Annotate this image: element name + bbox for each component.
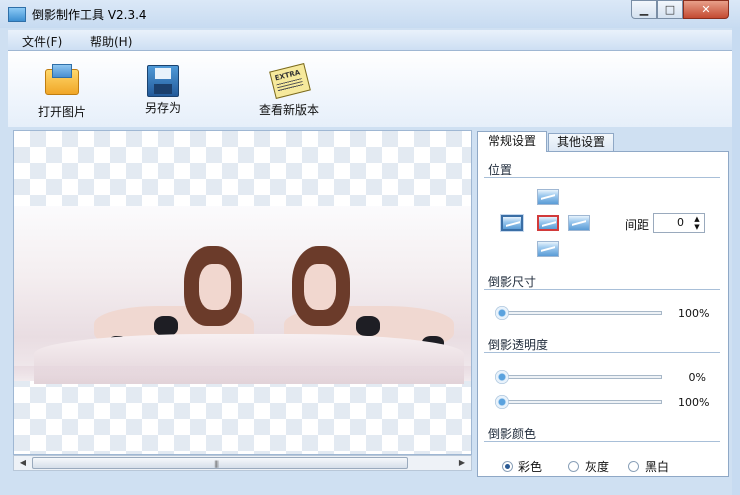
window-border — [732, 28, 740, 495]
reflection — [14, 366, 471, 381]
position-top-button[interactable] — [537, 189, 559, 205]
close-button[interactable]: ✕ — [683, 0, 729, 19]
title-bar: 倒影制作工具 V2.3.4 ▁ □ ✕ — [0, 0, 740, 28]
spacing-label: 间距 — [625, 218, 650, 232]
check-new-version-label: 查看新版本 — [258, 103, 319, 117]
minimize-button[interactable]: ▁ — [631, 0, 657, 19]
horizontal-scrollbar[interactable]: ◀ ||| ▶ — [13, 455, 472, 471]
size-section-title: 倒影尺寸 — [488, 275, 537, 289]
menu-bar: 文件(F) 帮助(H) — [8, 30, 732, 51]
maximize-button[interactable]: □ — [657, 0, 683, 19]
app-icon — [8, 7, 26, 22]
spacing-value[interactable]: 0 — [677, 216, 684, 229]
tab-other-settings[interactable]: 其他设置 — [548, 133, 614, 152]
open-image-button[interactable]: 打开图片 — [32, 64, 92, 120]
blackwhite-option-label[interactable]: 黑白 — [645, 458, 669, 475]
opacity-end-slider-thumb[interactable] — [495, 395, 509, 409]
open-image-label: 打开图片 — [37, 105, 86, 119]
window-title: 倒影制作工具 V2.3.4 — [32, 8, 147, 22]
size-slider[interactable] — [495, 306, 662, 320]
preview-canvas[interactable] — [13, 130, 472, 455]
color-radio-color[interactable] — [502, 461, 513, 472]
color-section-title: 倒影颜色 — [488, 427, 537, 441]
tab-general-settings[interactable]: 常规设置 — [477, 131, 547, 152]
scroll-left-arrow-icon[interactable]: ◀ — [16, 457, 30, 469]
position-left-button[interactable] — [500, 214, 524, 232]
scrollbar-thumb[interactable]: ||| — [32, 457, 408, 469]
grayscale-option-label[interactable]: 灰度 — [585, 458, 609, 475]
divider — [484, 177, 720, 178]
size-value: 100% — [678, 307, 710, 320]
divider — [484, 289, 720, 290]
save-as-button[interactable]: 另存为 — [138, 65, 188, 116]
newspaper-icon — [269, 63, 311, 99]
opacity-end-value: 100% — [678, 396, 710, 409]
color-radio-grayscale[interactable] — [568, 461, 579, 472]
opacity-start-slider[interactable] — [495, 370, 662, 384]
spacing-stepper[interactable]: 0 ▲ ▼ — [653, 213, 705, 233]
settings-panel: 位置 间距 0 ▲ ▼ 倒影尺寸 100% 倒影透明度 0% 100% 倒影颜色… — [477, 151, 729, 477]
spin-down-icon[interactable]: ▼ — [692, 223, 702, 231]
position-bottom-button[interactable] — [537, 241, 559, 257]
position-section-title: 位置 — [488, 163, 513, 177]
divider — [484, 441, 720, 442]
divider — [484, 352, 720, 353]
opacity-end-slider[interactable] — [495, 395, 662, 409]
color-radio-blackwhite[interactable] — [628, 461, 639, 472]
scroll-right-arrow-icon[interactable]: ▶ — [455, 457, 469, 469]
save-as-label: 另存为 — [144, 101, 181, 115]
position-center-button[interactable] — [537, 215, 559, 231]
opacity-start-value: 0% — [688, 371, 706, 384]
opacity-section-title: 倒影透明度 — [488, 338, 549, 352]
menu-file[interactable]: 文件(F) — [22, 33, 62, 50]
size-slider-thumb[interactable] — [495, 306, 509, 320]
opacity-start-slider-thumb[interactable] — [495, 370, 509, 384]
scrollbar-grip-icon: ||| — [214, 460, 219, 468]
toolbar: 打开图片 另存为 查看新版本 — [8, 51, 732, 127]
color-option-label[interactable]: 彩色 — [518, 458, 542, 475]
position-right-button[interactable] — [568, 215, 590, 231]
floppy-disk-icon — [147, 65, 179, 97]
folder-icon — [45, 64, 79, 95]
check-new-version-button[interactable]: 查看新版本 — [244, 63, 334, 118]
preview-image — [14, 206, 471, 384]
spin-up-icon[interactable]: ▲ — [692, 215, 702, 223]
menu-help[interactable]: 帮助(H) — [90, 33, 132, 50]
